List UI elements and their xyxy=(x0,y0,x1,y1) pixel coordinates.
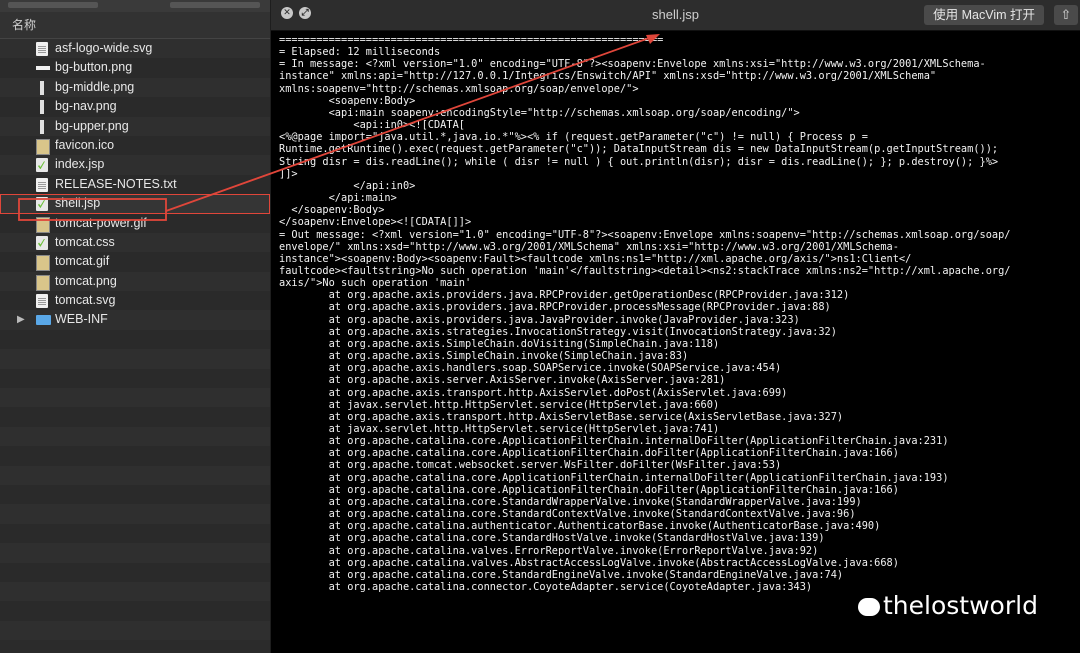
image-icon xyxy=(36,255,50,272)
image-thumb-icon xyxy=(36,66,50,71)
window-titlebar: ✕ ⤢ shell.jsp 使用 MacVim 打开 ⇧ xyxy=(271,0,1080,31)
document-icon xyxy=(36,42,48,56)
empty-row xyxy=(0,368,270,389)
image-icon xyxy=(36,216,50,233)
file-name: tomcat-power.gif xyxy=(55,215,147,230)
column-header-name[interactable]: 名称 xyxy=(0,12,270,39)
file-row[interactable]: favicon.ico xyxy=(0,135,270,156)
empty-row xyxy=(0,581,270,602)
file-name: WEB-INF xyxy=(55,312,108,327)
file-name: tomcat.svg xyxy=(55,293,116,308)
file-name: asf-logo-wide.svg xyxy=(55,41,153,55)
empty-row xyxy=(0,446,270,466)
file-browser-sidebar: 名称 asf-logo-wide.svg bg-button.png bg-midd… xyxy=(0,0,270,653)
file-row[interactable]: tomcat.png xyxy=(0,271,270,292)
file-row[interactable]: bg-upper.png xyxy=(0,116,270,136)
open-with-macvim-button[interactable]: 使用 MacVim 打开 xyxy=(924,5,1044,25)
empty-row xyxy=(0,562,270,582)
file-row[interactable]: tomcat.css xyxy=(0,232,270,253)
empty-row xyxy=(0,543,270,563)
file-content: ========================================… xyxy=(279,34,1011,594)
empty-row xyxy=(0,484,270,505)
file-list: asf-logo-wide.svg bg-button.png bg-middle.… xyxy=(0,39,270,641)
document-icon xyxy=(36,294,48,309)
folder-icon xyxy=(36,315,51,326)
watermark-text: thelostworld xyxy=(883,591,1038,620)
quicklook-preview-window: ✕ ⤢ shell.jsp 使用 MacVim 打开 ⇧ ===========… xyxy=(271,0,1080,653)
sidebar-toolbar-button[interactable] xyxy=(8,2,98,8)
file-row[interactable]: bg-middle.png xyxy=(0,77,270,98)
file-name: shell.jsp xyxy=(55,196,101,211)
file-name: tomcat.png xyxy=(55,273,117,288)
jsp-icon xyxy=(36,158,48,173)
file-row[interactable]: shell.jsp xyxy=(0,194,270,214)
file-row[interactable]: bg-button.png xyxy=(0,58,270,78)
document-icon xyxy=(36,177,48,192)
file-name: index.jsp xyxy=(55,157,105,172)
file-row[interactable]: tomcat.svg xyxy=(0,291,270,311)
empty-row xyxy=(0,426,270,447)
file-name: tomcat.css xyxy=(55,234,115,249)
file-name: bg-button.png xyxy=(55,60,133,75)
sidebar-toolbar-button[interactable] xyxy=(170,2,260,8)
jsp-icon xyxy=(36,197,48,212)
empty-row xyxy=(0,407,270,427)
empty-row xyxy=(0,388,270,408)
empty-row xyxy=(0,620,270,641)
empty-row xyxy=(0,504,270,524)
jsp-icon xyxy=(36,235,48,250)
file-name: bg-middle.png xyxy=(55,79,135,94)
wechat-icon xyxy=(858,598,880,616)
file-row[interactable]: index.jsp xyxy=(0,155,270,175)
file-row[interactable]: asf-logo-wide.svg xyxy=(0,39,270,59)
file-row[interactable]: tomcat-power.gif xyxy=(0,213,270,233)
file-name: favicon.ico xyxy=(55,137,115,152)
image-thumb-icon xyxy=(40,80,44,95)
sidebar-toolbar-strip xyxy=(0,0,270,12)
share-icon[interactable]: ⇧ xyxy=(1054,5,1078,25)
image-thumb-icon xyxy=(40,100,44,115)
empty-row xyxy=(0,465,270,485)
empty-row xyxy=(0,523,270,544)
file-name: bg-nav.png xyxy=(55,99,117,114)
file-name: bg-upper.png xyxy=(55,118,129,133)
disclosure-triangle-icon[interactable]: ▶ xyxy=(17,310,25,329)
empty-row xyxy=(0,349,270,369)
empty-row xyxy=(0,329,270,350)
image-icon xyxy=(36,138,50,155)
file-row[interactable]: RELEASE-NOTES.txt xyxy=(0,174,270,195)
file-row[interactable]: bg-nav.png xyxy=(0,97,270,117)
file-row[interactable]: tomcat.gif xyxy=(0,252,270,272)
file-row[interactable]: ▶ WEB-INF xyxy=(0,310,270,330)
file-name: RELEASE-NOTES.txt xyxy=(55,176,177,191)
image-icon xyxy=(36,274,50,291)
watermark: thelostworld xyxy=(858,591,1038,620)
file-name: tomcat.gif xyxy=(55,254,110,269)
image-thumb-icon xyxy=(40,119,44,134)
empty-row xyxy=(0,601,270,621)
